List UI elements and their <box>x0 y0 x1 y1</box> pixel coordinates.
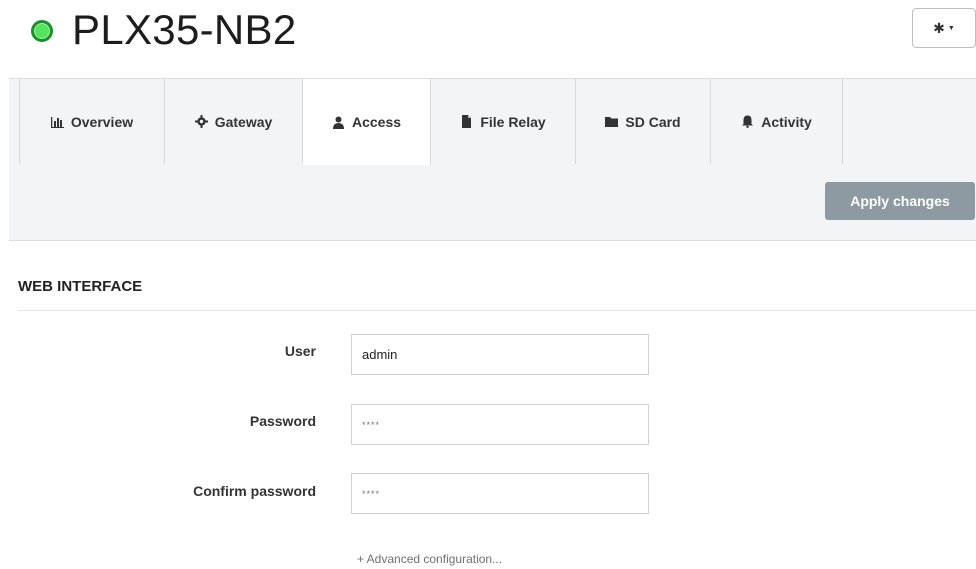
tab-activity[interactable]: Activity <box>711 79 843 164</box>
caret-down-icon: ▼ <box>947 24 955 32</box>
user-icon <box>332 116 345 129</box>
apply-changes-button[interactable]: Apply changes <box>825 182 975 220</box>
gear-icon: ✱ <box>933 20 945 36</box>
page-title: PLX35-NB2 <box>72 6 297 53</box>
tab-file-relay[interactable]: File Relay <box>431 79 576 164</box>
section-title-web-interface: WEB INTERFACE <box>18 278 143 295</box>
tab-overview[interactable]: Overview <box>19 79 165 164</box>
confirm-password-input[interactable] <box>351 473 649 514</box>
tab-bar: Overview Gateway Access File Relay SD Ca… <box>19 79 843 165</box>
tab-access[interactable]: Access <box>303 79 431 165</box>
settings-dropdown-button[interactable]: ✱ ▼ <box>912 8 976 48</box>
tab-label: Gateway <box>214 113 273 130</box>
tab-label: Overview <box>70 113 134 130</box>
password-input[interactable] <box>351 404 649 445</box>
confirm-password-label: Confirm password <box>193 483 316 499</box>
tab-label: SD Card <box>625 113 681 130</box>
gear-icon <box>194 115 208 128</box>
tab-region: Overview Gateway Access File Relay SD Ca… <box>9 78 976 241</box>
user-input[interactable] <box>351 334 649 375</box>
tab-sd-card[interactable]: SD Card <box>576 79 711 164</box>
user-label: User <box>284 343 316 359</box>
bar-chart-icon <box>50 115 64 128</box>
bell-icon <box>741 115 754 128</box>
status-indicator <box>31 20 53 42</box>
advanced-configuration-link[interactable]: + Advanced configuration... <box>357 552 502 566</box>
tab-gateway[interactable]: Gateway <box>165 79 303 164</box>
page-header: PLX35-NB2 ✱ ▼ <box>0 0 976 70</box>
folder-icon <box>605 115 619 128</box>
tab-label: File Relay <box>480 113 546 130</box>
section-divider <box>18 310 976 311</box>
file-icon <box>460 115 473 128</box>
password-label: Password <box>249 413 316 429</box>
tab-label: Access <box>351 114 402 130</box>
tab-label: Activity <box>761 113 812 130</box>
